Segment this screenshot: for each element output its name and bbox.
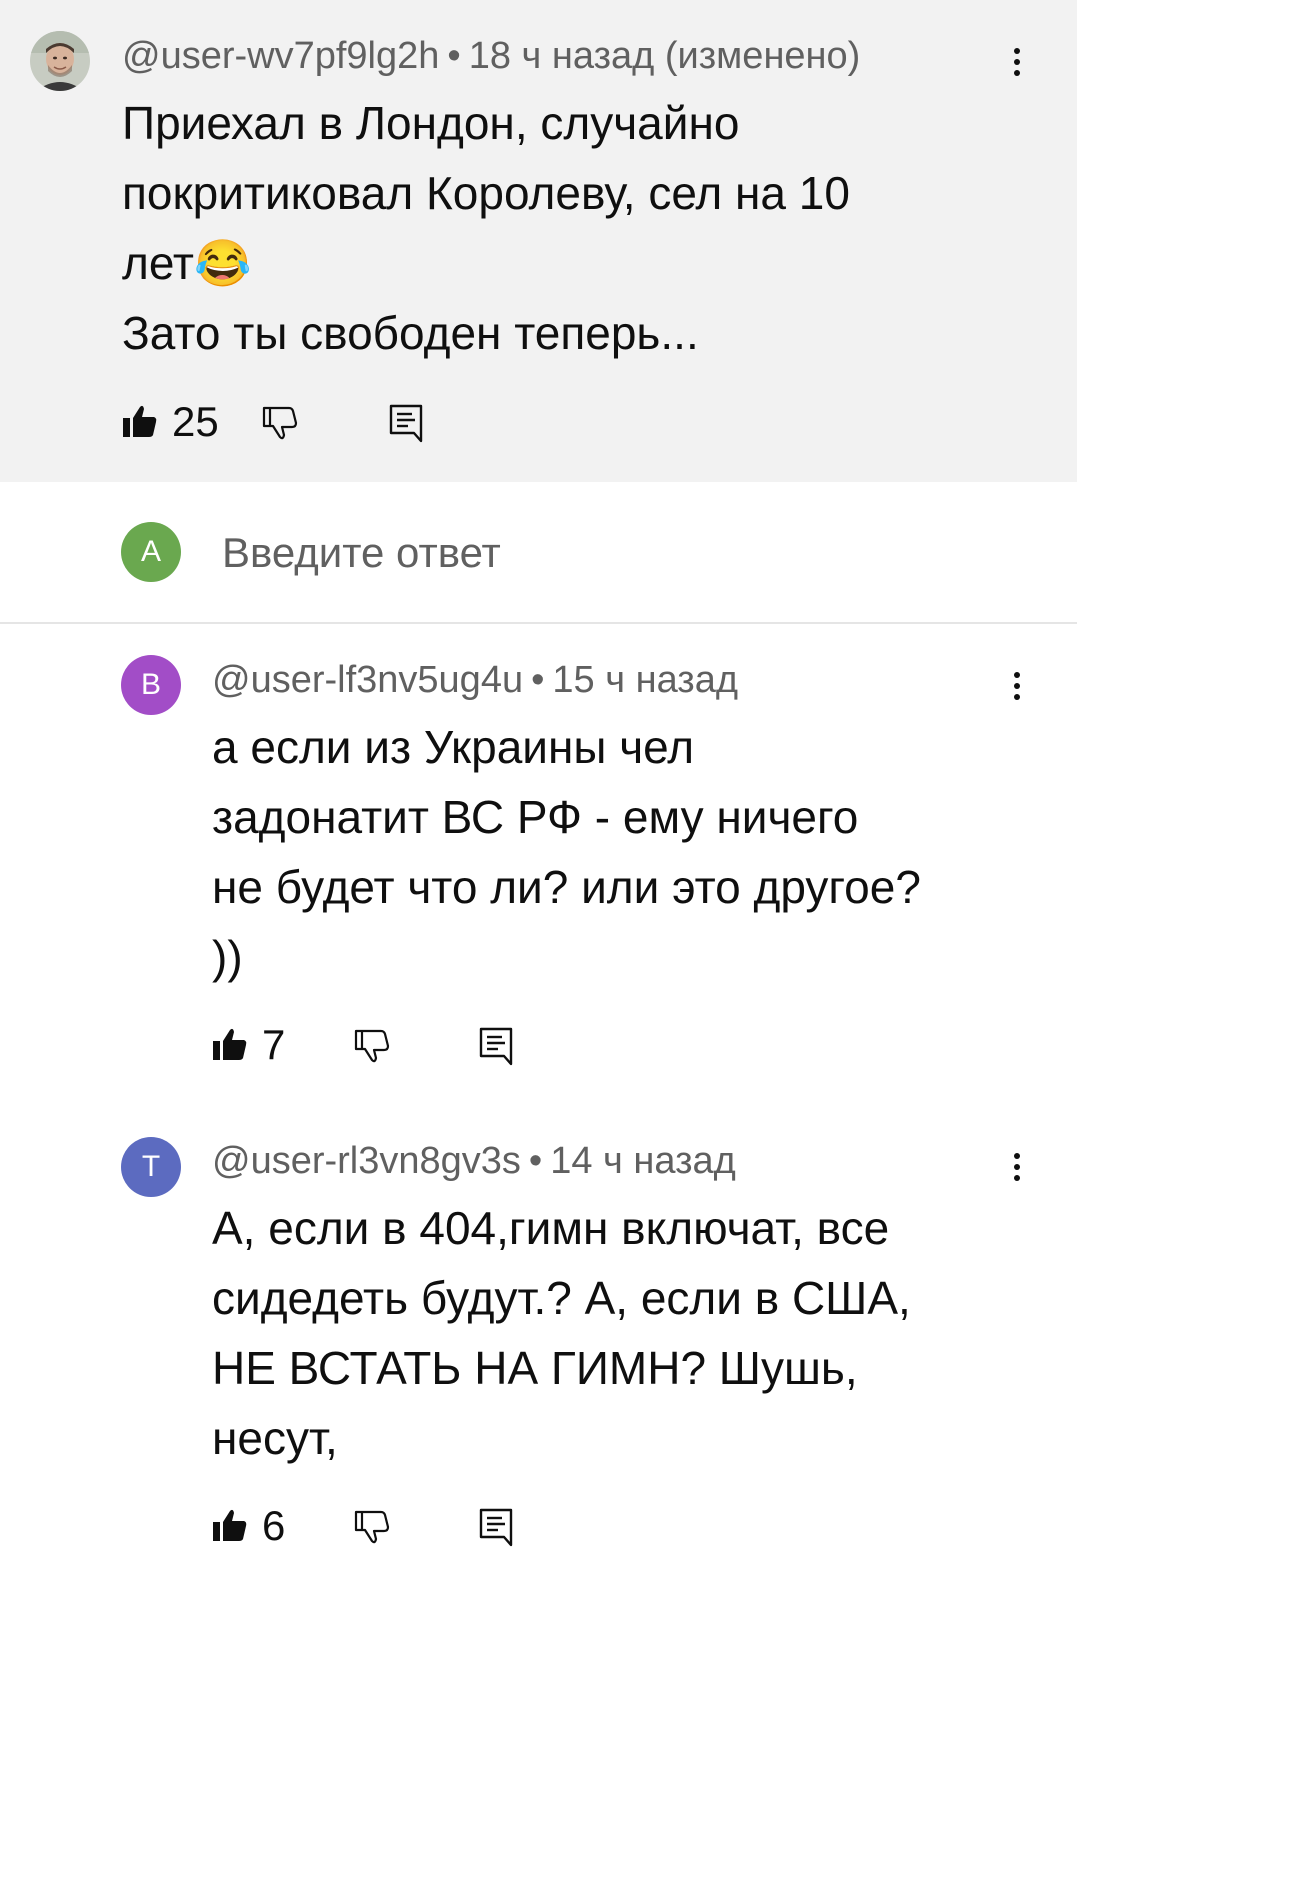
reply-actions: 6	[212, 1501, 532, 1551]
thumbs-down-icon	[354, 1510, 390, 1544]
reply-time: 14 ч назад	[550, 1140, 736, 1182]
reply-author-avatar[interactable]: B	[121, 655, 181, 715]
reply-comment-icon	[479, 1508, 513, 1547]
comment-time: 18 ч назад (изменено)	[468, 35, 861, 77]
avatar-photo-image	[30, 31, 90, 91]
reply-menu-button[interactable]	[1002, 666, 1032, 706]
thumbs-up-icon	[123, 405, 157, 437]
meta-separator: •	[531, 659, 545, 701]
reply-menu-button[interactable]	[1002, 1147, 1032, 1187]
meta-separator: •	[447, 35, 461, 77]
more-vertical-icon	[1014, 48, 1020, 54]
menu-dot	[1014, 59, 1020, 65]
reply-author[interactable]: @user-lf3nv5ug4u	[212, 659, 523, 701]
dislike-button[interactable]	[354, 1028, 390, 1069]
comment-author[interactable]: @user-wv7pf9lg2h	[122, 35, 439, 77]
comment-text-line: покритиковал Королеву, сел на 10	[122, 167, 850, 219]
reply-meta: @user-rl3vn8gv3s • 14 ч назад	[212, 1138, 736, 1184]
comment-meta: @user-wv7pf9lg2h • 18 ч назад (изменено)	[122, 33, 860, 79]
meta-separator: •	[528, 1140, 543, 1182]
reply-meta: @user-lf3nv5ug4u • 15 ч назад	[212, 657, 738, 703]
avatar-letter: B	[140, 668, 161, 701]
reply-text-line: НЕ ВСТАТЬ НА ГИМН? Шушь,	[212, 1342, 858, 1394]
menu-dot	[1014, 683, 1020, 689]
comment-actions: 25	[122, 397, 442, 447]
reply-text: а если из Украины чел задонатит ВС РФ - …	[212, 712, 921, 992]
comment-menu-button[interactable]	[1002, 42, 1032, 82]
section-divider	[0, 622, 1077, 624]
more-vertical-icon	[1014, 1153, 1020, 1159]
reply-input[interactable]: Введите ответ	[222, 530, 501, 576]
author-avatar[interactable]	[30, 31, 90, 91]
thumbs-up-icon	[213, 1509, 247, 1541]
current-user-avatar: A	[121, 522, 181, 582]
like-count: 7	[262, 1021, 286, 1068]
thumbs-up-icon	[213, 1028, 247, 1060]
reply-author[interactable]: @user-rl3vn8gv3s	[212, 1140, 521, 1182]
like-button[interactable]	[212, 1507, 248, 1548]
highlighted-comment: @user-wv7pf9lg2h • 18 ч назад (изменено) П…	[0, 0, 1077, 482]
reply-author-avatar[interactable]: T	[121, 1137, 181, 1197]
reply-text-line: А, если в 404,гимн включат, все	[212, 1202, 890, 1254]
reply-button[interactable]	[388, 403, 424, 448]
avatar-letter: A	[140, 535, 161, 568]
reply-time: 15 ч назад	[552, 659, 739, 701]
menu-dot	[1014, 1164, 1020, 1170]
thumbs-down-icon	[354, 1029, 390, 1063]
comment-text-line: Приехал в Лондон, случайно	[122, 97, 740, 149]
like-count: 25	[172, 398, 219, 445]
comment-text: Приехал в Лондон, случайно покритиковал …	[122, 88, 850, 368]
avatar-letter: T	[141, 1150, 161, 1183]
menu-dot	[1014, 70, 1020, 76]
like-count: 6	[262, 1502, 286, 1549]
like-button[interactable]	[122, 403, 158, 444]
menu-dot	[1014, 694, 1020, 700]
reply-actions: 7	[212, 1020, 532, 1070]
reply-text-line: ))	[212, 931, 243, 983]
dislike-button[interactable]	[354, 1509, 390, 1550]
like-button[interactable]	[212, 1026, 248, 1067]
thumbs-down-icon	[262, 406, 298, 440]
reply-text-line: несут,	[212, 1412, 338, 1464]
reply-text: А, если в 404,гимн включат, все сидедеть…	[212, 1193, 911, 1473]
reply-text-line: задонатит ВС РФ - ему ничего	[212, 791, 859, 843]
reply-button[interactable]	[478, 1507, 514, 1552]
comment-text-line: лет😂	[122, 237, 252, 289]
comment-text-line: Зато ты свободен теперь...	[122, 307, 699, 359]
reply-input-row: A Введите ответ	[0, 482, 1077, 622]
reply-text-line: не будет что ли? или это другое?	[212, 861, 921, 913]
dislike-button[interactable]	[262, 405, 298, 446]
reply-text-line: сидедеть будут.? А, если в США,	[212, 1272, 911, 1324]
more-vertical-icon	[1014, 672, 1020, 678]
reply-text-line: а если из Украины чел	[212, 721, 695, 773]
reply-comment-icon	[389, 404, 423, 443]
reply-button[interactable]	[478, 1026, 514, 1071]
menu-dot	[1014, 1175, 1020, 1181]
reply-comment-icon	[479, 1027, 513, 1066]
